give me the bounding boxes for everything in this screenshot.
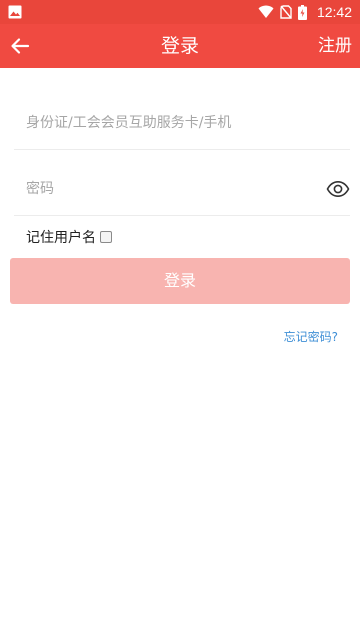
eye-icon[interactable] [326,177,350,201]
page-title: 登录 [160,35,199,57]
password-field-row [14,162,350,216]
no-sim-icon [280,5,292,19]
wifi-icon [258,5,274,18]
back-button[interactable] [6,32,34,60]
forgot-password-link[interactable]: 忘记密码? [284,328,338,345]
gallery-icon [8,5,22,19]
register-button[interactable]: 注册 [318,24,352,68]
remember-username-row: 记住用户名 [26,226,112,248]
status-time: 12:42 [316,4,352,20]
id-field-row [14,96,350,150]
id-input[interactable] [26,96,316,149]
status-bar: 12:42 [0,0,360,24]
login-button[interactable]: 登录 [10,258,350,304]
remember-username-label: 记住用户名 [26,230,96,246]
status-icons: 12:42 [258,0,352,24]
battery-charging-icon [297,4,307,20]
arrow-left-icon [11,38,30,54]
password-input[interactable] [26,162,316,215]
app-bar: 登录 注册 [0,24,360,68]
remember-username-checkbox[interactable] [100,231,112,243]
